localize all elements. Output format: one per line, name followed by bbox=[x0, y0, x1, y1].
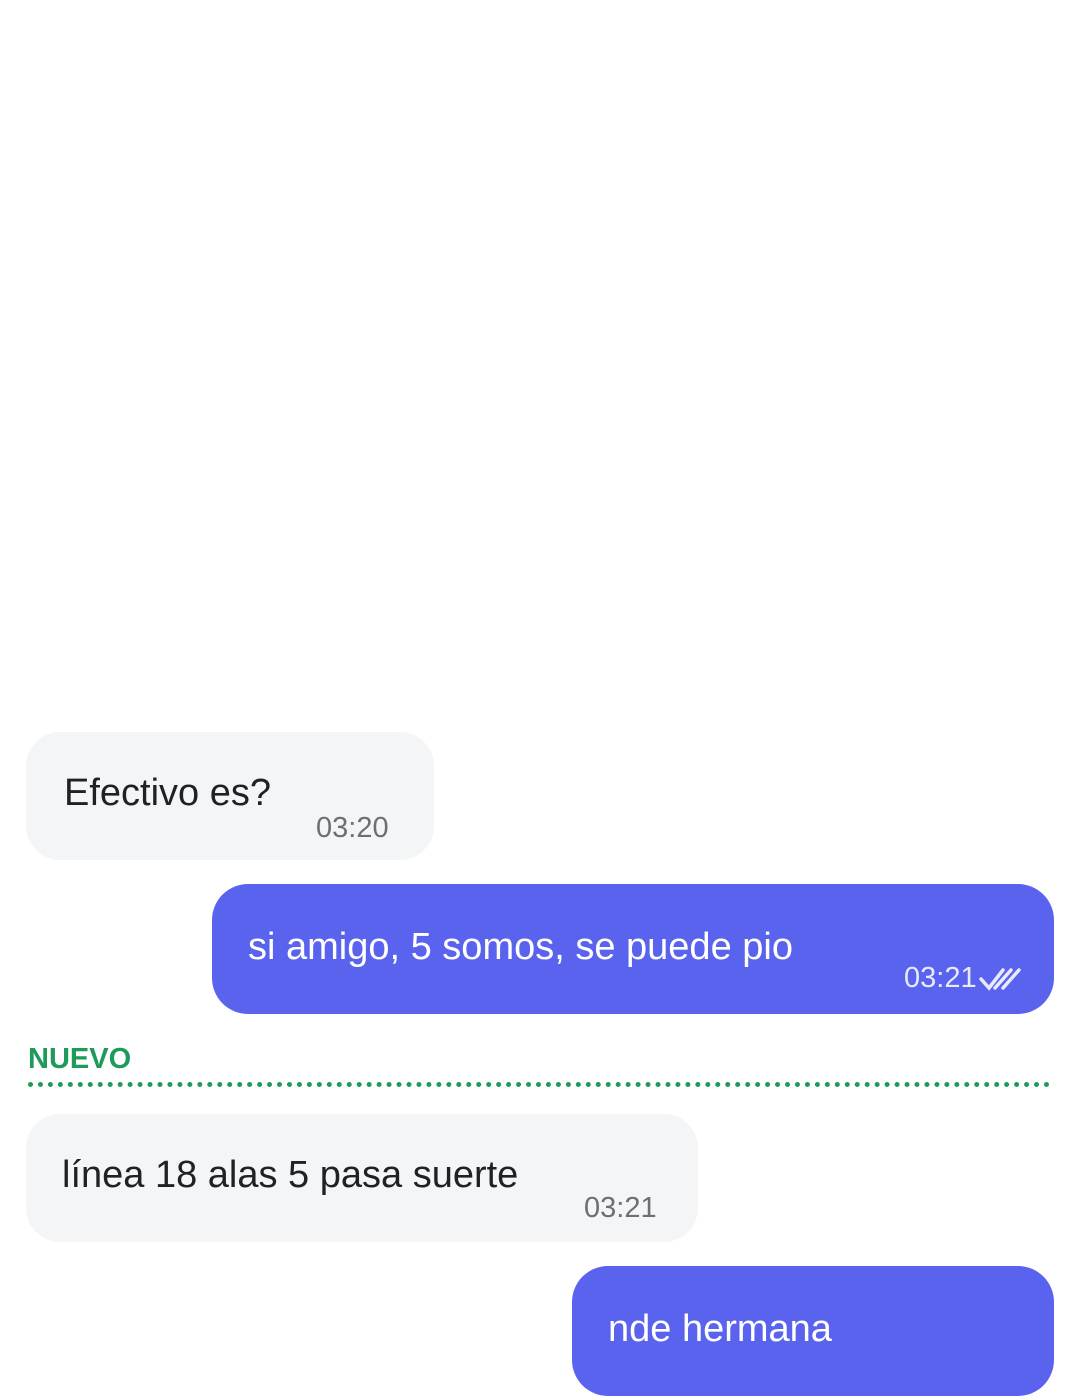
message-bubble-outgoing[interactable]: si amigo, 5 somos, se puede pio 03:21 bbox=[212, 884, 1054, 1014]
message-time: 03:21 bbox=[904, 962, 977, 994]
message-bubble-outgoing[interactable]: nde hermana bbox=[572, 1266, 1054, 1396]
message-text: si amigo, 5 somos, se puede pio bbox=[248, 926, 793, 968]
message-time: 03:21 bbox=[584, 1192, 657, 1224]
new-messages-divider bbox=[28, 1082, 1050, 1087]
message-bubble-incoming[interactable]: línea 18 alas 5 pasa suerte 03:21 bbox=[26, 1114, 698, 1242]
new-messages-label: NUEVO bbox=[28, 1043, 132, 1075]
double-check-icon bbox=[978, 968, 1021, 992]
message-text: línea 18 alas 5 pasa suerte bbox=[62, 1154, 519, 1196]
message-bubble-incoming[interactable]: Efectivo es? 03:20 bbox=[26, 732, 434, 860]
message-time: 03:20 bbox=[316, 812, 389, 844]
message-time-row: 03:21 bbox=[904, 962, 1021, 995]
message-text: Efectivo es? bbox=[64, 772, 271, 814]
message-text: nde hermana bbox=[608, 1308, 832, 1350]
